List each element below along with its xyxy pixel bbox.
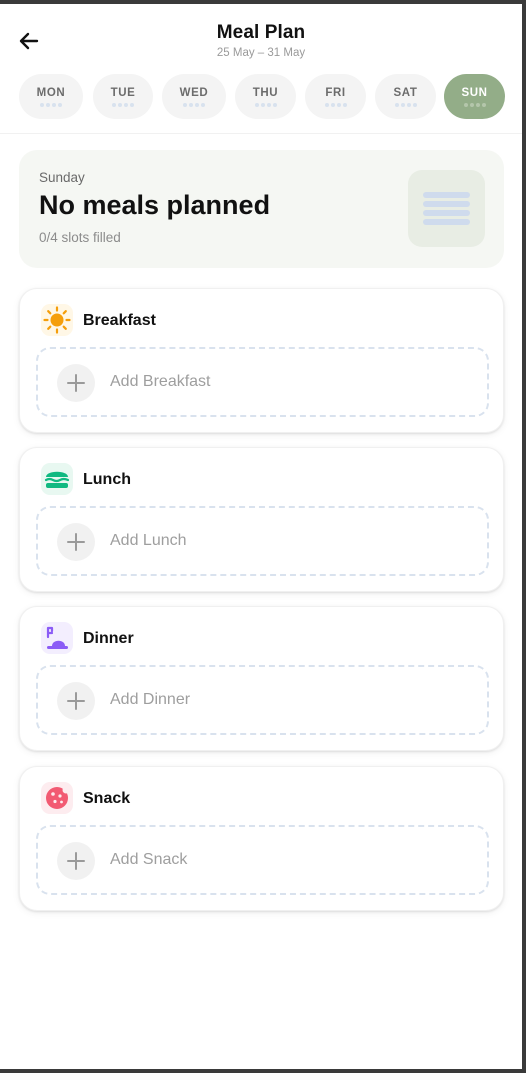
plus-icon <box>57 842 95 880</box>
add-lunch-button[interactable]: Add Lunch <box>36 506 489 576</box>
summary-status: No meals planned <box>39 190 271 220</box>
slots-filled: 0/4 slots filled <box>39 230 121 245</box>
day-thu[interactable]: THU <box>235 74 296 119</box>
page-title: Meal Plan <box>216 22 306 43</box>
meal-dots <box>40 102 62 107</box>
meal-card-breakfast: Breakfast Add Breakfast <box>19 288 504 433</box>
day-label: MON <box>36 86 66 99</box>
meal-name: Snack <box>83 790 131 807</box>
meal-dots <box>394 102 417 107</box>
add-label: Add Dinner <box>110 691 191 708</box>
meal-card-dinner: Dinner Add Dinner <box>19 606 504 751</box>
meal-dots <box>183 102 205 107</box>
day-label: THU <box>252 86 279 99</box>
day-label: SAT <box>393 86 418 99</box>
burger-icon <box>41 463 73 495</box>
plus-icon <box>57 523 95 561</box>
day-label: SUN <box>461 86 488 99</box>
day-fri[interactable]: FRI <box>305 74 366 119</box>
day-tue[interactable]: TUE <box>93 74 153 119</box>
meal-dots <box>463 102 486 107</box>
plus-icon <box>57 682 95 720</box>
list-placeholder-icon <box>408 170 485 247</box>
add-snack-button[interactable]: Add Snack <box>36 825 489 895</box>
day-mon[interactable]: MON <box>19 74 83 119</box>
app-frame: Meal Plan 25 May – 31 May MON TUE WED TH… <box>0 4 522 1069</box>
day-label: TUE <box>110 86 136 99</box>
add-dinner-button[interactable]: Add Dinner <box>36 665 489 735</box>
day-summary-card: Sunday No meals planned 0/4 slots filled <box>19 150 504 268</box>
day-sat[interactable]: SAT <box>375 74 436 119</box>
day-selector: MON TUE WED THU FRI SAT SUN <box>19 74 508 120</box>
meal-card-snack: Snack Add Snack <box>19 766 504 911</box>
header: Meal Plan 25 May – 31 May MON TUE WED TH… <box>0 4 522 134</box>
meal-name: Dinner <box>83 630 134 647</box>
meal-name: Lunch <box>83 471 131 488</box>
cookie-icon <box>41 782 73 814</box>
day-label: WED <box>179 86 209 99</box>
meal-dots <box>324 102 347 107</box>
meal-dots <box>254 102 277 107</box>
date-range: 25 May – 31 May <box>216 47 306 59</box>
plus-icon <box>57 364 95 402</box>
meal-card-lunch: Lunch Add Lunch <box>19 447 504 592</box>
day-wed[interactable]: WED <box>162 74 226 119</box>
meal-dots <box>112 102 134 107</box>
dinner-icon <box>41 622 73 654</box>
add-label: Add Lunch <box>110 532 187 549</box>
meal-name: Breakfast <box>83 312 156 329</box>
add-breakfast-button[interactable]: Add Breakfast <box>36 347 489 417</box>
sun-icon <box>41 304 73 336</box>
add-label: Add Breakfast <box>110 373 211 390</box>
summary-day-name: Sunday <box>39 170 85 185</box>
day-sun[interactable]: SUN <box>444 74 505 119</box>
add-label: Add Snack <box>110 851 188 868</box>
day-label: FRI <box>325 86 346 99</box>
